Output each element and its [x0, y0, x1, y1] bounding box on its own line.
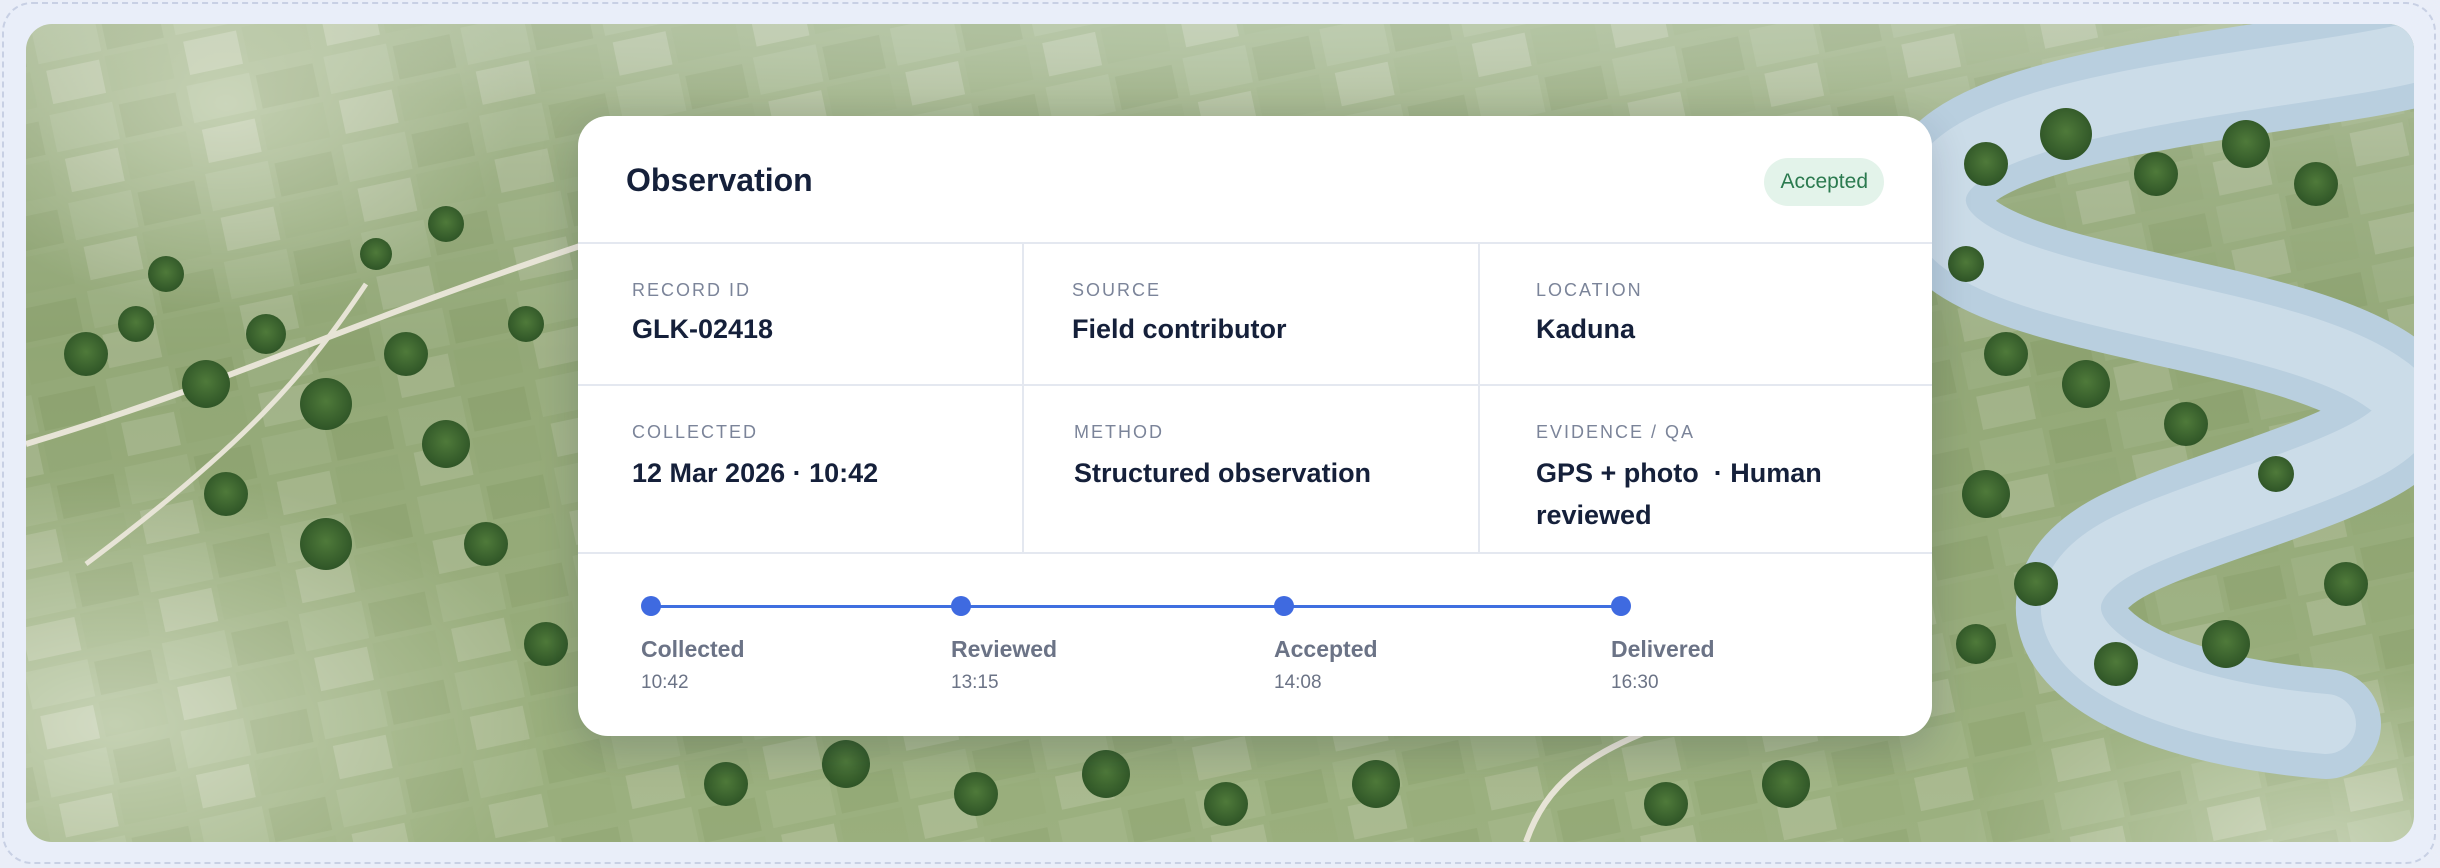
record-id-value: GLK-02418: [632, 314, 774, 344]
column-divider: [1478, 242, 1480, 552]
method-value: Structured observation: [1074, 458, 1372, 488]
timeline-step-time: 14:08: [1274, 672, 1322, 693]
observation-card: Observation Accepted RECORD ID GLK-02418…: [578, 116, 1932, 736]
header-divider: [578, 242, 1932, 244]
row-divider: [578, 384, 1932, 386]
record-id-label: RECORD ID: [632, 280, 752, 300]
timeline-step-time: 13:15: [951, 672, 999, 693]
collected-label: COLLECTED: [632, 422, 759, 442]
timeline-step-label: Reviewed: [951, 636, 1058, 662]
timeline-dot-collected: [641, 596, 661, 616]
source-value: Field contributor: [1072, 314, 1287, 344]
evidence-value-line2: reviewed: [1536, 500, 1652, 530]
collected-value: 12 Mar 2026 · 10:42: [632, 458, 879, 488]
timeline-dot-delivered: [1611, 596, 1631, 616]
timeline-track: [651, 605, 1621, 608]
timeline-step-label: Delivered: [1611, 636, 1715, 662]
location-label: LOCATION: [1536, 280, 1643, 300]
source-label: SOURCE: [1072, 280, 1162, 300]
timeline-divider: [578, 552, 1932, 554]
timeline-step-time: 10:42: [641, 672, 689, 693]
card-title: Observation: [626, 162, 813, 198]
timeline-step-time: 16:30: [1611, 672, 1659, 693]
status-badge: Accepted: [1764, 158, 1884, 206]
location-value: Kaduna: [1536, 314, 1636, 344]
timeline-step-label: Collected: [641, 636, 745, 662]
timeline-dot-accepted: [1274, 596, 1294, 616]
timeline-step-label: Accepted: [1274, 636, 1378, 662]
evidence-label: EVIDENCE / QA: [1536, 422, 1696, 442]
method-label: METHOD: [1074, 422, 1164, 442]
evidence-value-line1: GPS + photo · Human: [1536, 458, 1822, 488]
timeline-dot-reviewed: [951, 596, 971, 616]
column-divider: [1022, 242, 1024, 552]
